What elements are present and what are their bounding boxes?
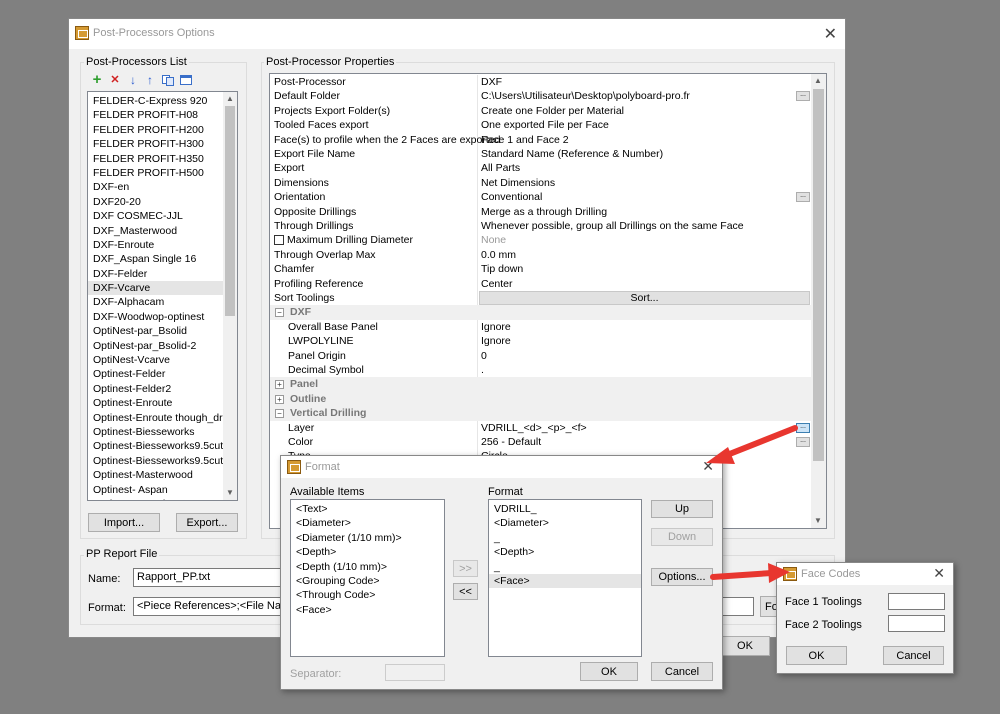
arrow-head-format <box>706 447 735 464</box>
annotation-arrows <box>706 425 798 583</box>
arrow-to-format-dialog <box>719 425 798 460</box>
arrow-head-face-codes <box>768 563 790 583</box>
arrow-to-face-codes <box>710 570 775 580</box>
